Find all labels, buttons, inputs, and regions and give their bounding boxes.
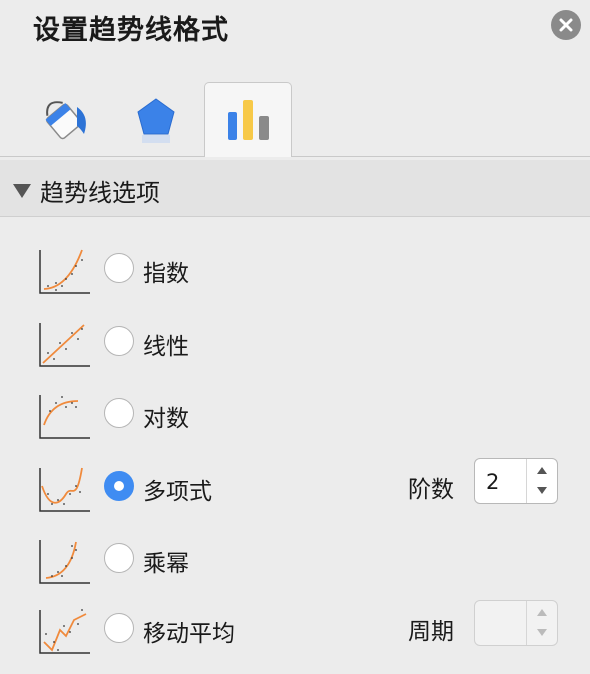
order-stepper[interactable]: 2 — [474, 458, 558, 504]
polynomial-trend-icon — [39, 467, 90, 512]
radio-linear[interactable] — [104, 326, 134, 356]
period-stepper[interactable] — [474, 600, 558, 646]
pentagon-icon — [137, 98, 175, 143]
option-label-linear: 线性 — [143, 334, 189, 360]
order-value[interactable]: 2 — [486, 470, 499, 494]
trendline-option-power: 乘幂 — [0, 530, 590, 590]
order-increment-button[interactable] — [527, 459, 557, 481]
trendline-option-moving-average: 移动平均 周期 — [0, 600, 590, 660]
radio-moving-average[interactable] — [104, 613, 134, 643]
linear-trend-icon — [39, 323, 90, 367]
period-label: 周期 — [408, 619, 454, 645]
option-label-power: 乘幂 — [143, 551, 189, 577]
radio-polynomial[interactable] — [104, 471, 134, 501]
trendline-option-logarithmic: 对数 — [0, 385, 590, 445]
radio-logarithmic[interactable] — [104, 398, 134, 428]
section-trendline-options[interactable]: 趋势线选项 — [0, 160, 590, 217]
tab-options[interactable] — [204, 82, 292, 157]
option-label-moving-average: 移动平均 — [143, 621, 235, 647]
panel-title: 设置趋势线格式 — [33, 15, 229, 46]
tab-effects[interactable] — [112, 82, 200, 156]
period-decrement-button[interactable] — [527, 623, 557, 645]
option-label-exponential: 指数 — [143, 261, 189, 287]
paint-bucket-icon — [45, 101, 86, 140]
order-label: 阶数 — [408, 477, 454, 503]
order-stepper-arrows — [526, 459, 557, 503]
radio-exponential[interactable] — [104, 253, 134, 283]
exponential-trend-icon — [39, 249, 90, 294]
order-decrement-button[interactable] — [527, 481, 557, 503]
moving-average-trend-icon — [39, 609, 90, 654]
section-label: 趋势线选项 — [40, 179, 160, 207]
tab-bar — [0, 82, 590, 157]
close-button[interactable] — [551, 10, 581, 40]
logarithmic-trend-icon — [39, 395, 90, 439]
option-label-logarithmic: 对数 — [143, 406, 189, 432]
close-icon — [559, 18, 573, 32]
trendline-option-linear: 线性 — [0, 313, 590, 373]
power-trend-icon — [39, 540, 90, 584]
period-stepper-arrows — [526, 601, 557, 645]
collapse-triangle-icon — [13, 184, 31, 198]
bar-chart-icon — [228, 100, 269, 140]
trendline-option-exponential: 指数 — [0, 240, 590, 300]
period-increment-button[interactable] — [527, 601, 557, 623]
radio-power[interactable] — [104, 543, 134, 573]
option-label-polynomial: 多项式 — [143, 479, 212, 505]
tab-fill-line[interactable] — [20, 82, 108, 156]
trendline-option-polynomial: 多项式 阶数 2 — [0, 458, 590, 518]
